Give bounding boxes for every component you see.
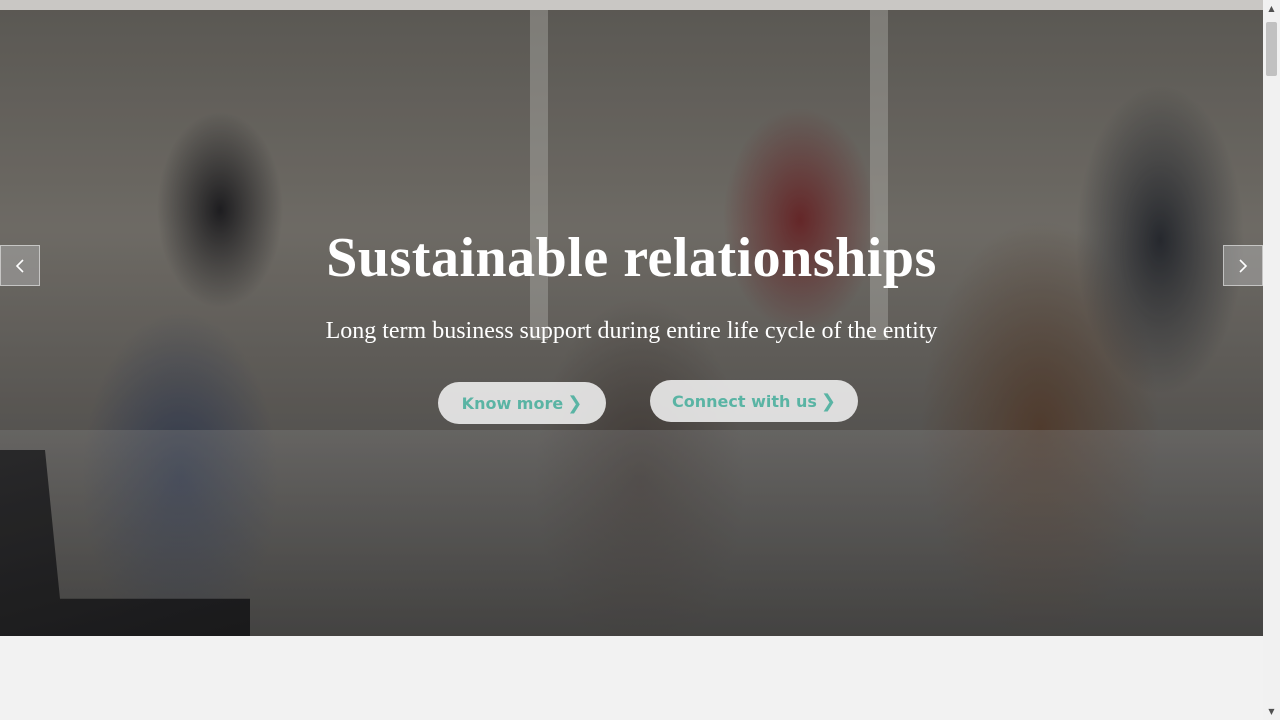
chevron-right-icon: ❯ [567,392,583,414]
connect-with-us-button[interactable]: Connect with us ❯ [650,380,858,422]
carousel-prev-button[interactable] [0,245,40,286]
scroll-up-arrow-icon[interactable]: ▲ [1263,0,1280,17]
chevron-left-icon [15,258,24,273]
know-more-label: Know more [461,393,564,413]
hero-title: Sustainable relationships [326,227,937,289]
hero-subtitle: Long term business support during entire… [325,318,938,344]
top-nav-strip [0,0,1263,10]
connect-with-us-label: Connect with us [672,391,817,411]
carousel-next-button[interactable] [1223,245,1263,286]
scroll-down-arrow-icon[interactable]: ▼ [1263,703,1280,720]
know-more-button[interactable]: Know more ❯ [438,382,606,424]
page-scrollbar[interactable]: ▲ ▼ [1263,0,1280,720]
scrollbar-thumb[interactable] [1266,22,1277,76]
chevron-right-icon [1239,258,1248,273]
chevron-right-icon: ❯ [820,390,836,412]
